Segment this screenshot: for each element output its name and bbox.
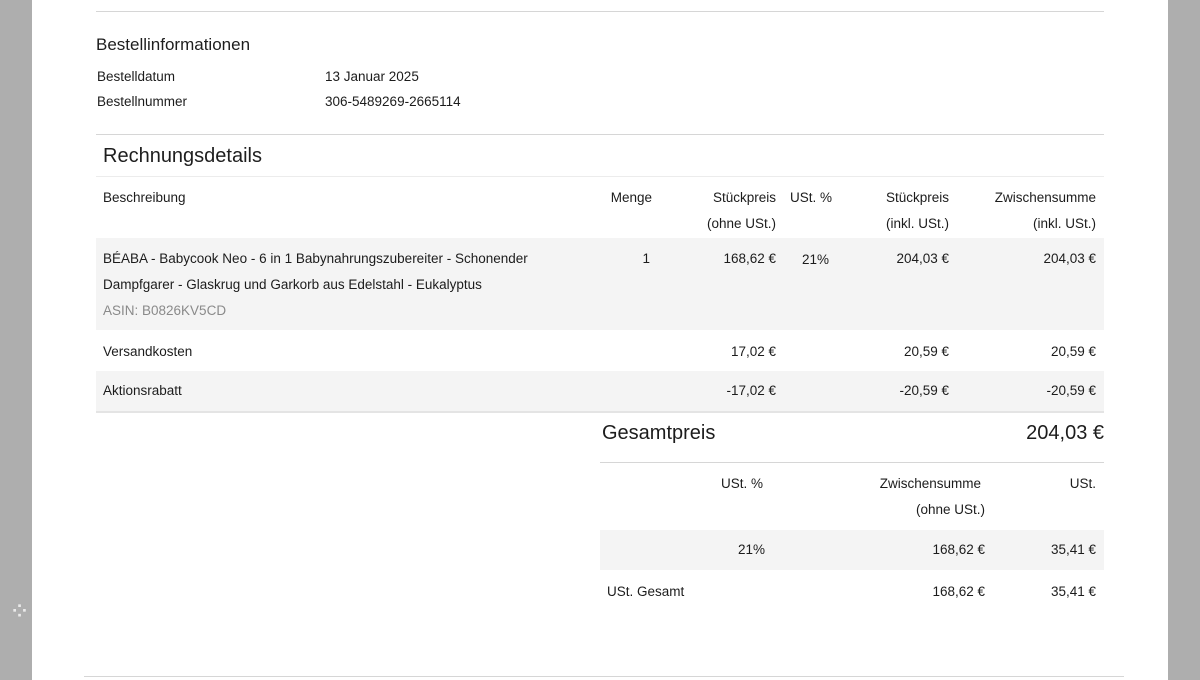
watermark-logo-icon: ⁘	[12, 601, 29, 622]
col-subtotal-sub: (inkl. USt.)	[1032, 216, 1096, 231]
col-unit-gross-sub: (inkl. USt.)	[885, 216, 949, 231]
total-value: 204,03 €	[1026, 422, 1104, 444]
item-vat-pct: 21%	[802, 252, 830, 267]
divider	[600, 462, 1104, 463]
order-date-label: Bestelldatum	[97, 69, 176, 84]
shipping-unit-gross: 20,59 €	[903, 344, 949, 359]
vat-col-pct: USt. %	[721, 476, 764, 491]
shipping-label: Versandkosten	[103, 344, 193, 359]
shipping-subtotal: 20,59 €	[1050, 344, 1096, 359]
item-unit-gross: 204,03 €	[896, 251, 949, 266]
vat-sum-vat: 35,41 €	[1050, 584, 1096, 599]
col-unit-net-sub: (ohne USt.)	[706, 216, 776, 231]
discount-unit-gross: -20,59 €	[899, 383, 949, 398]
item-subtotal: 204,03 €	[1043, 251, 1096, 266]
watermark: ⁘ skelbiu.lt	[12, 594, 180, 624]
vat-col-subtotal-sub: (ohne USt.)	[915, 502, 985, 517]
col-vat-pct: USt. %	[790, 190, 833, 205]
discount-unit-net: -17,02 €	[726, 383, 776, 398]
order-number-value: 306-5489269-2665114	[325, 94, 461, 109]
shipping-unit-net: 17,02 €	[730, 344, 776, 359]
item-asin: ASIN: B0826KV5CD	[103, 303, 227, 318]
col-unit-net: Stückpreis	[712, 190, 776, 205]
col-subtotal: Zwischensumme	[994, 190, 1096, 205]
discount-label: Aktionsrabatt	[103, 383, 182, 398]
divider	[96, 411, 1104, 413]
vat-row-pct: 21%	[737, 542, 765, 557]
vat-col-vat: USt.	[1069, 476, 1096, 491]
discount-subtotal: -20,59 €	[1046, 383, 1096, 398]
vat-col-subtotal: Zwischensumme	[879, 476, 981, 491]
col-unit-gross: Stückpreis	[885, 190, 949, 205]
item-description-line1: BÉABA - Babycook Neo - 6 in 1 Babynahrun…	[103, 251, 528, 266]
col-description: Beschreibung	[103, 190, 186, 205]
invoice-page: Bestellinformationen Bestelldatum 13 Jan…	[32, 0, 1168, 680]
divider	[84, 676, 1124, 677]
watermark-text: skelbiu.lt	[34, 594, 180, 624]
order-info-title: Bestellinformationen	[96, 35, 251, 54]
vat-sum-label: USt. Gesamt	[607, 584, 685, 599]
item-unit-net: 168,62 €	[723, 251, 776, 266]
order-date-value: 13 Januar 2025	[325, 69, 419, 84]
item-description-line2: Dampfgarer - Glaskrug und Garkorb aus Ed…	[103, 277, 482, 292]
vat-sum-subtotal: 168,62 €	[932, 584, 985, 599]
divider	[96, 11, 1104, 12]
item-quantity: 1	[642, 251, 650, 266]
total-label: Gesamtpreis	[602, 422, 716, 444]
order-number-label: Bestellnummer	[97, 94, 188, 109]
divider	[96, 176, 1104, 177]
col-quantity: Menge	[610, 190, 652, 205]
vat-row-vat: 35,41 €	[1050, 542, 1096, 557]
vat-row-subtotal: 168,62 €	[932, 542, 985, 557]
divider	[96, 134, 1104, 135]
invoice-details-title: Rechnungsdetails	[103, 145, 262, 167]
